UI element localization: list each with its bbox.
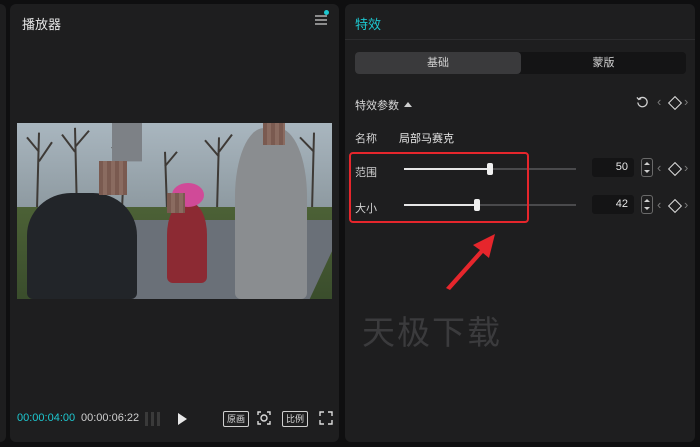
watermark: 天极下载 [362,313,502,352]
video-preview[interactable] [17,123,332,299]
current-time: 00:00:04:00 [17,412,76,424]
player-panel: 播放器 00:00:04:00 00:00:06:22 原画 比例 [10,4,339,442]
chevron-left-icon[interactable]: ‹ [657,197,661,212]
original-quality-button[interactable]: 原画 [223,411,250,427]
keyframe-icon[interactable] [667,198,683,214]
keyframe-controls: ‹ › [657,94,691,111]
chevron-left-icon[interactable]: ‹ [657,160,661,175]
effect-params-section[interactable]: 特效参数 [355,97,412,113]
aspect-ratio-button[interactable]: 比例 [282,411,309,427]
range-stepper-icon[interactable] [641,158,653,177]
section-label: 特效参数 [355,100,399,112]
name-label: 名称 [355,133,377,145]
effects-tabs: 基础 蒙版 [355,52,686,74]
annotation-highlight-box [349,152,529,223]
reset-icon[interactable] [636,96,649,109]
tab-basic[interactable]: 基础 [355,52,521,74]
total-time: 00:00:06:22 [81,412,140,424]
size-keyframe-controls: ‹ › [657,197,691,214]
playback-bar: 00:00:04:00 00:00:06:22 原画 比例 [10,408,339,428]
range-keyframe-controls: ‹ › [657,160,691,177]
range-value-input[interactable]: 50 [592,158,634,177]
fullscreen-icon[interactable] [319,411,333,425]
chevron-right-icon[interactable]: › [684,94,688,109]
notification-dot [324,10,329,15]
annotation-arrow-icon [446,234,495,290]
tab-mask[interactable]: 蒙版 [521,52,686,74]
left-panel-edge [0,4,6,442]
keyframe-icon[interactable] [667,161,683,177]
effects-panel: 特效 基础 蒙版 特效参数 ‹ › 名称 局部马赛克 范围 50 ‹ › 大小 … [345,4,695,442]
chevron-right-icon[interactable]: › [684,160,688,175]
keyframe-icon[interactable] [667,95,683,111]
caret-up-icon [404,102,412,107]
play-icon[interactable] [178,413,187,425]
zoom-icon[interactable] [257,411,271,425]
effects-title: 特效 [355,17,382,32]
size-stepper-icon[interactable] [641,195,653,214]
player-title: 播放器 [22,17,62,32]
chevron-right-icon[interactable]: › [684,197,688,212]
timeline-grid-icon[interactable] [145,412,163,426]
menu-icon[interactable] [315,15,327,25]
divider [345,39,695,40]
chevron-left-icon[interactable]: ‹ [657,94,661,109]
size-value-input[interactable]: 42 [592,195,634,214]
name-value: 局部马赛克 [399,133,454,145]
